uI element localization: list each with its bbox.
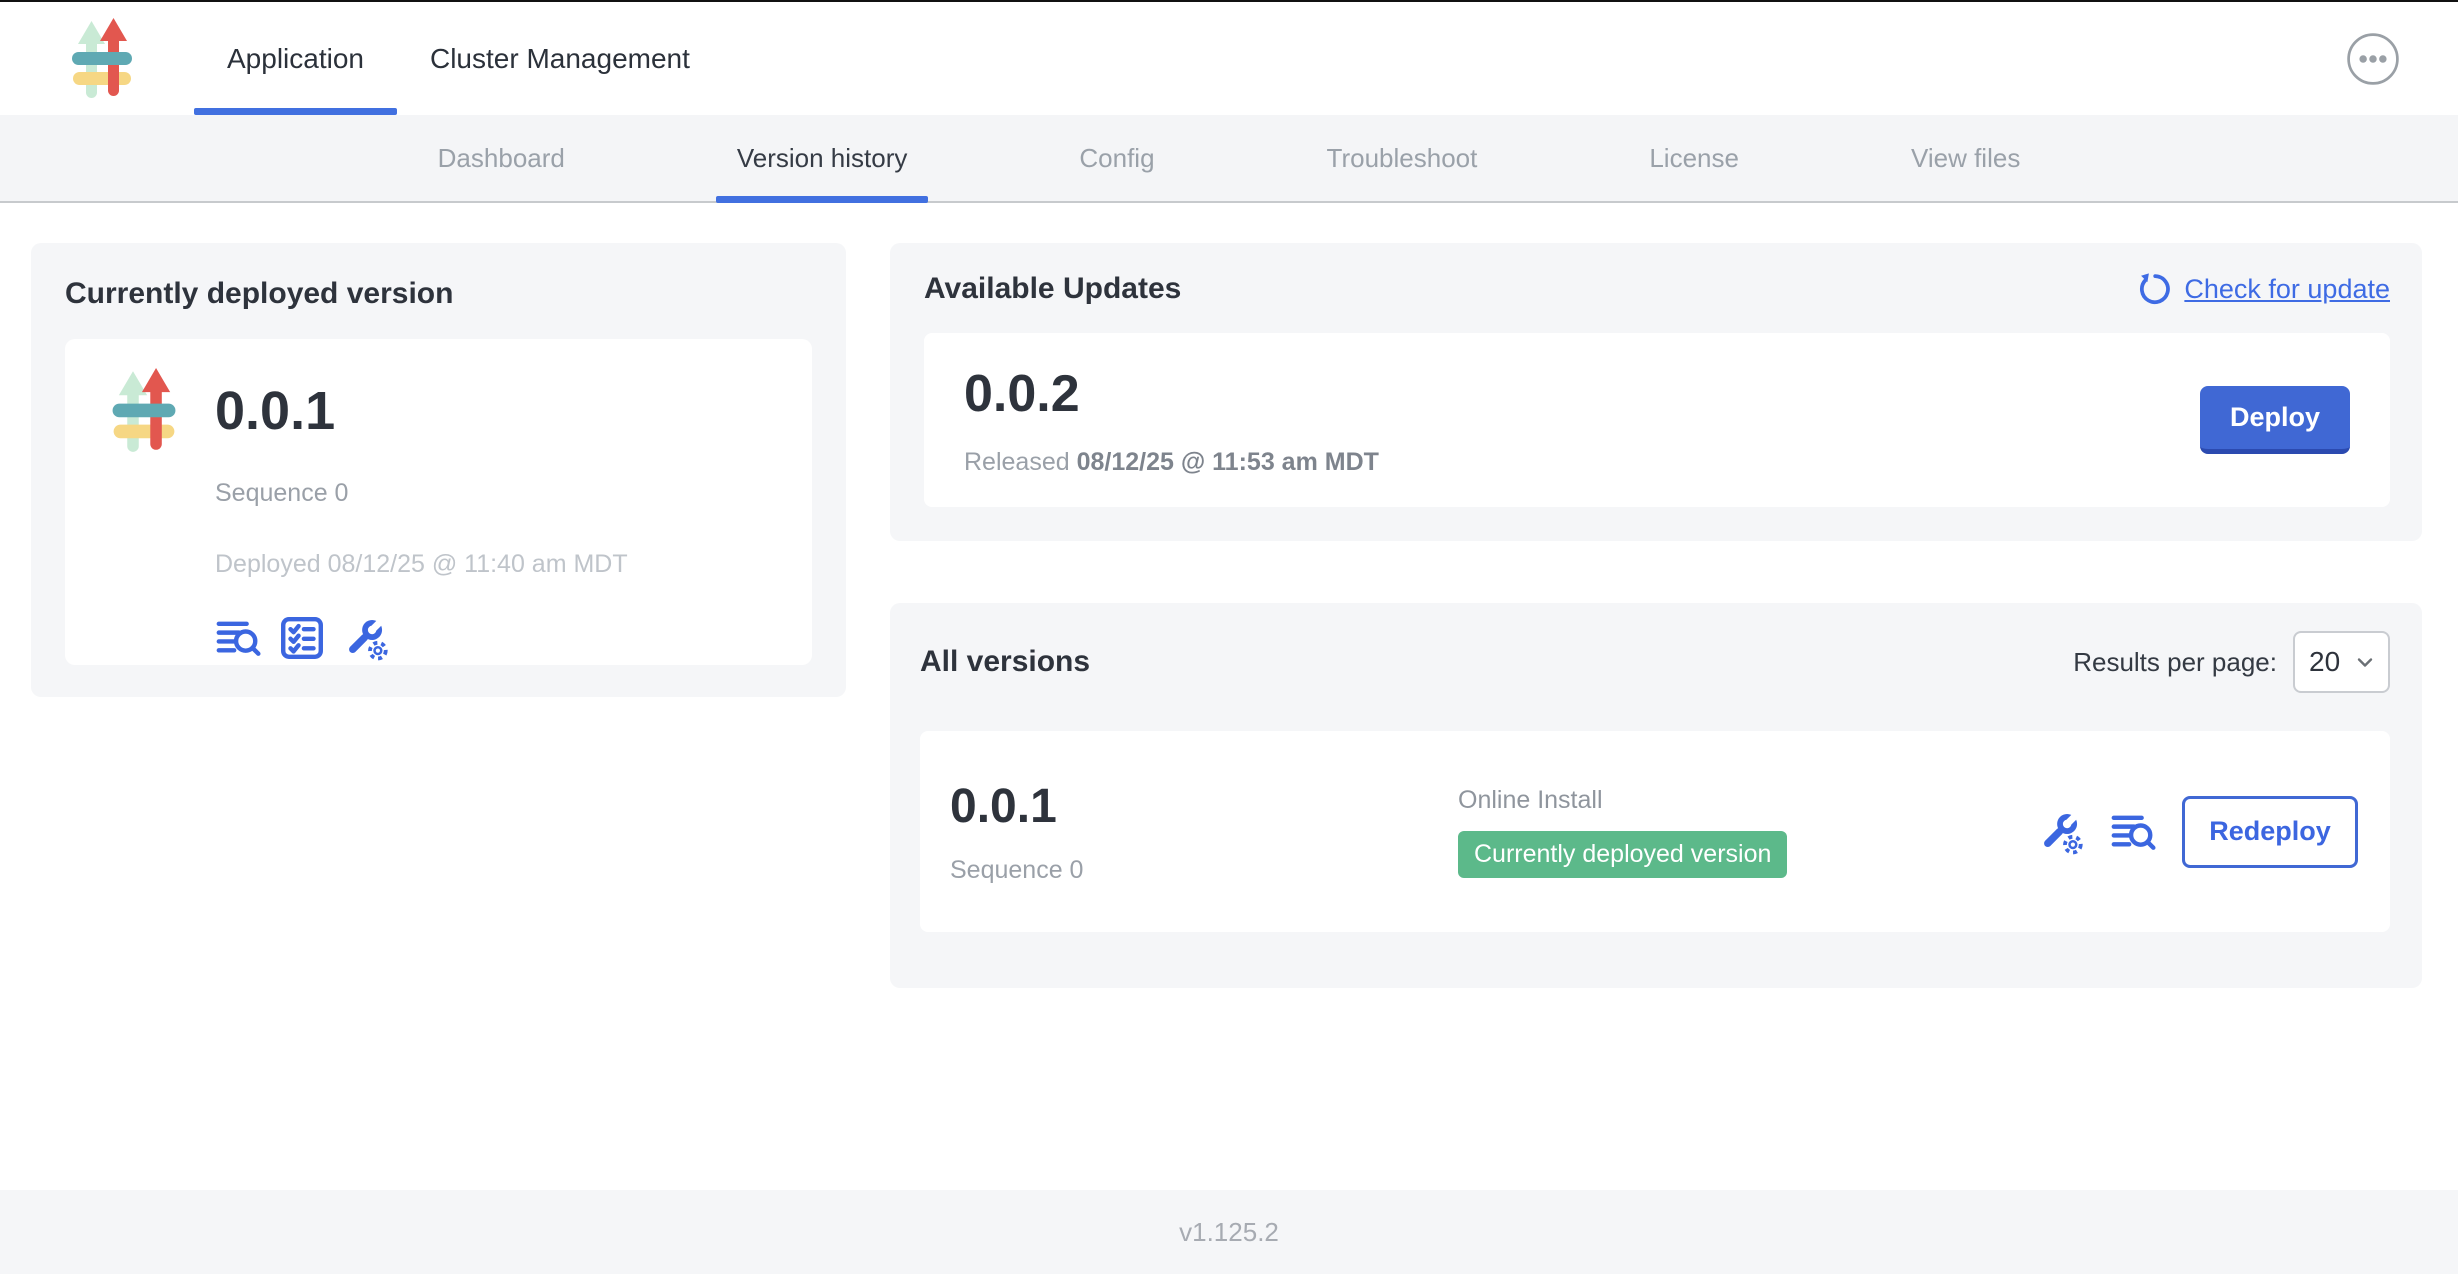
currently-deployed-title: Currently deployed version [65, 277, 812, 311]
results-per-page-select[interactable]: 20 [2293, 631, 2390, 693]
deployed-version-panel: 0.0.1 Sequence 0 Deployed 08/12/25 @ 11:… [65, 339, 812, 665]
app-subnav: Dashboard Version history Config Trouble… [0, 115, 2458, 203]
edit-config-icon[interactable] [343, 615, 389, 661]
tab-application[interactable]: Application [194, 2, 397, 115]
check-for-update-label: Check for update [2184, 274, 2390, 305]
subnav-tab-license[interactable]: License [1628, 115, 1760, 201]
subnav-tab-version-history[interactable]: Version history [716, 115, 929, 201]
chevron-down-icon [2354, 651, 2376, 673]
redeploy-button[interactable]: Redeploy [2182, 796, 2358, 868]
view-diff-icon[interactable] [2110, 809, 2156, 855]
subnav-tab-label: Version history [737, 143, 908, 174]
app-footer: v1.125.2 [0, 1190, 2458, 1274]
deployed-version-actions [215, 615, 778, 661]
edit-config-icon[interactable] [2038, 809, 2084, 855]
preflight-checks-icon[interactable] [279, 615, 325, 661]
all-versions-title: All versions [920, 645, 1090, 679]
results-per-page: Results per page: 20 [2073, 631, 2390, 693]
available-updates-card: Available Updates Check for update 0.0.2… [890, 243, 2422, 541]
active-tab-underline [194, 108, 397, 115]
deploy-button[interactable]: Deploy [2200, 386, 2350, 454]
subnav-tab-label: Config [1079, 143, 1154, 174]
deployed-sequence: Sequence 0 [215, 479, 778, 508]
released-label: Released [964, 448, 1077, 476]
app-header: Application Cluster Management [0, 2, 2458, 115]
row-version-number: 0.0.1 [950, 779, 1458, 834]
subnav-tab-dashboard[interactable]: Dashboard [417, 115, 586, 201]
row-sequence: Sequence 0 [950, 856, 1458, 885]
subnav-tab-label: Troubleshoot [1327, 143, 1478, 174]
update-released-line: Released 08/12/25 @ 11:53 am MDT [964, 448, 1379, 477]
app-version-logo-icon [103, 367, 185, 455]
subnav-tab-label: View files [1911, 143, 2020, 174]
subnav-tab-view-files[interactable]: View files [1890, 115, 2041, 201]
subnav-tab-label: License [1649, 143, 1739, 174]
refresh-icon [2136, 271, 2172, 307]
overflow-menu-button[interactable] [2346, 32, 2400, 86]
ellipsis-circle-icon [2346, 32, 2400, 86]
tab-cluster-management[interactable]: Cluster Management [397, 2, 723, 115]
tab-cluster-management-label: Cluster Management [430, 43, 690, 75]
tab-application-label: Application [227, 43, 364, 75]
active-subnav-underline [716, 196, 929, 203]
update-version-number: 0.0.2 [964, 364, 1379, 424]
all-versions-card: All versions Results per page: 20 0.0.1 … [890, 603, 2422, 988]
subnav-tab-troubleshoot[interactable]: Troubleshoot [1306, 115, 1499, 201]
main-content: Currently deployed version 0.0.1 Sequenc… [0, 203, 2458, 1190]
header-tabs: Application Cluster Management [194, 2, 723, 115]
app-window: Application Cluster Management Dashboard… [0, 0, 2458, 1274]
results-per-page-value: 20 [2309, 646, 2340, 678]
check-for-update-link[interactable]: Check for update [2136, 271, 2390, 307]
install-type: Online Install [1458, 786, 1603, 815]
deployed-version-number: 0.0.1 [215, 380, 778, 442]
released-date: 08/12/25 @ 11:53 am MDT [1077, 448, 1379, 476]
available-updates-title: Available Updates [924, 272, 1181, 306]
update-row: 0.0.2 Released 08/12/25 @ 11:53 am MDT D… [924, 333, 2390, 507]
results-per-page-label: Results per page: [2073, 647, 2277, 678]
deployed-timestamp: Deployed 08/12/25 @ 11:40 am MDT [215, 550, 778, 579]
view-diff-icon[interactable] [215, 615, 261, 661]
console-version: v1.125.2 [1179, 1217, 1279, 1248]
right-column: Available Updates Check for update 0.0.2… [890, 243, 2422, 988]
app-logo-icon [70, 15, 134, 103]
subnav-tab-config[interactable]: Config [1058, 115, 1175, 201]
subnav-tab-label: Dashboard [438, 143, 565, 174]
app-logo [70, 17, 134, 101]
currently-deployed-badge: Currently deployed version [1458, 831, 1787, 878]
version-row: 0.0.1 Sequence 0 Online Install Currentl… [920, 731, 2390, 932]
currently-deployed-card: Currently deployed version 0.0.1 Sequenc… [31, 243, 846, 697]
